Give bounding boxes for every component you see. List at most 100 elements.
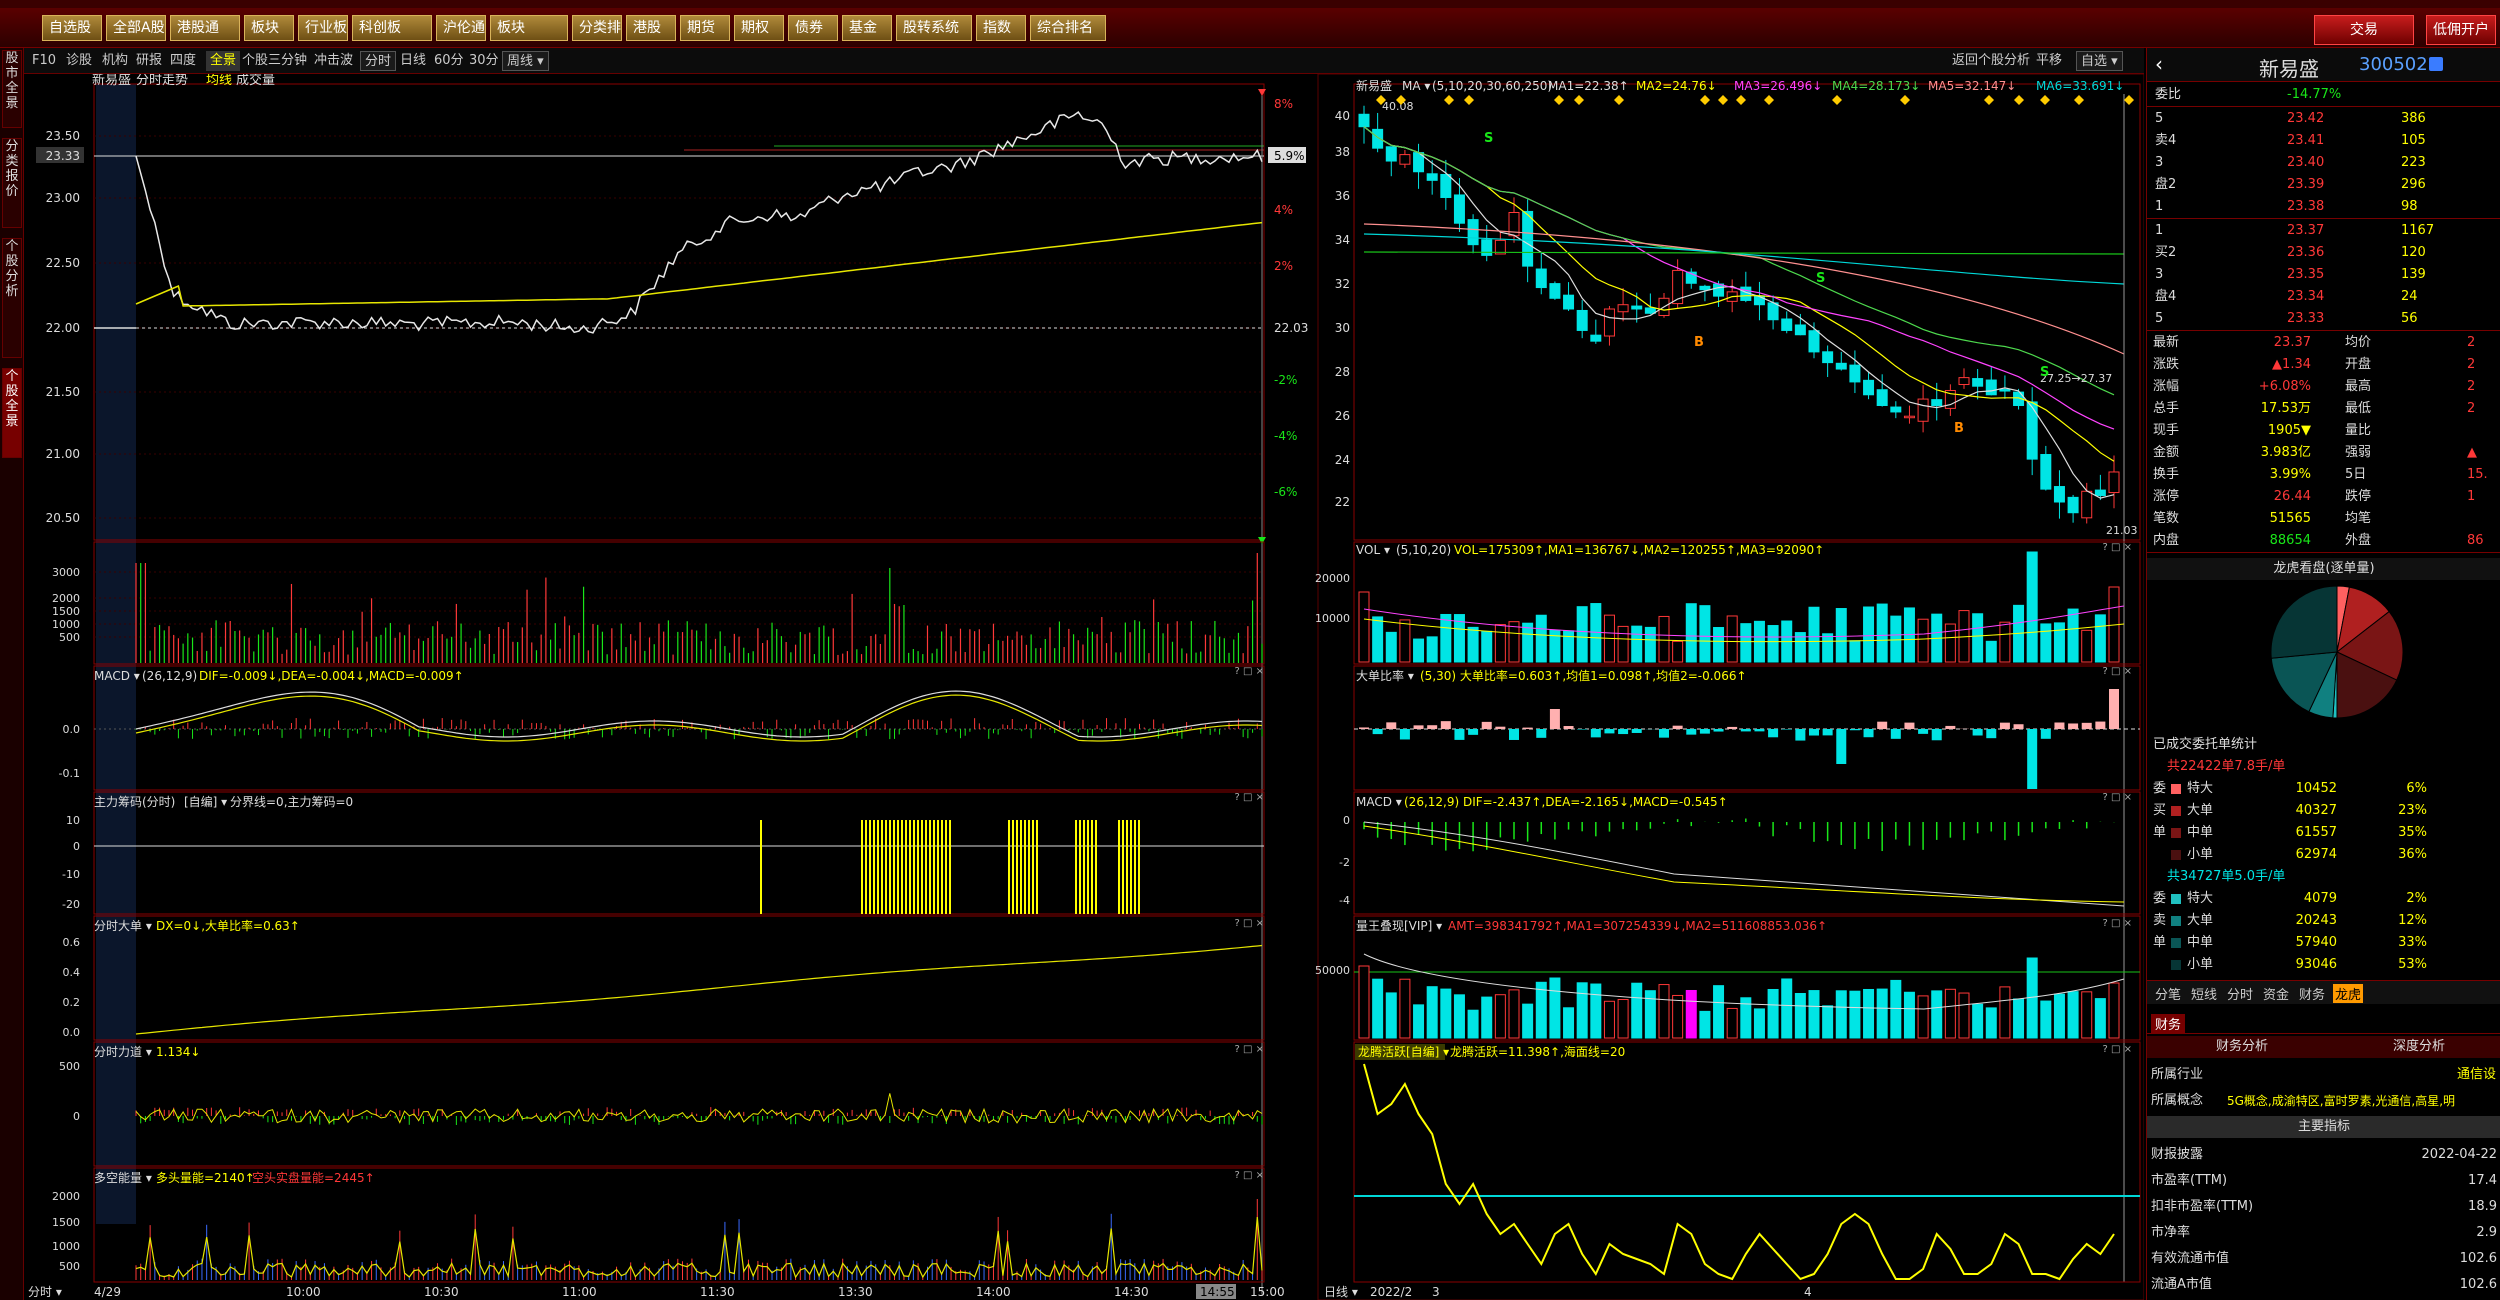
kvol-bar xyxy=(1535,614,1547,663)
toolbar-button-3[interactable]: 板块 xyxy=(244,15,294,41)
fin-tab[interactable]: 财务 xyxy=(2151,1014,2186,1033)
buy-value: 62974 xyxy=(2295,847,2337,862)
kbig-bar xyxy=(2081,722,2092,729)
toolbar-button-12[interactable]: 债券 xyxy=(788,15,838,41)
panel-control-icon[interactable]: ? □ × xyxy=(2103,1044,2133,1055)
fin-value: 2022-04-22 xyxy=(2421,1147,2497,1162)
toolbar-button-16[interactable]: 综合排名 xyxy=(1030,15,1106,41)
panel-control-icon[interactable]: ? □ × xyxy=(1235,792,1265,803)
toolbar-button-10[interactable]: 期货 xyxy=(680,15,730,41)
tab-market-overview[interactable]: 股市全景 xyxy=(2,50,22,128)
candle-body xyxy=(2094,489,2106,497)
pan-button[interactable]: 平移 xyxy=(2036,51,2062,71)
panel-control-icon[interactable]: ? □ × xyxy=(2103,542,2133,553)
period-30min[interactable]: 30分 xyxy=(469,51,499,71)
ask-volume: 223 xyxy=(2401,155,2426,170)
detail-tab[interactable]: 分时 xyxy=(2225,984,2255,1003)
toolbar-button-5[interactable]: 科创板 xyxy=(352,15,432,41)
impact-link[interactable]: 冲击波 xyxy=(314,51,353,71)
detail-tab[interactable]: 资金 xyxy=(2261,984,2291,1003)
toolbar-button-13[interactable]: 基金 xyxy=(842,15,892,41)
buy-row: 买 大单 40327 23% xyxy=(2147,800,2500,822)
force-tick: 500 xyxy=(59,1060,80,1073)
detail-tab[interactable]: 短线 xyxy=(2189,984,2219,1003)
institution-link[interactable]: 机构 xyxy=(102,51,128,71)
toolbar-button-14[interactable]: 股转系统 xyxy=(896,15,972,41)
panel-control-icon[interactable]: ? □ × xyxy=(1235,918,1265,929)
toolbar-button-11[interactable]: 期权 xyxy=(734,15,784,41)
candle-body xyxy=(1903,415,1915,419)
stat-value: 3.99% xyxy=(2269,467,2311,482)
kamt-bar xyxy=(2053,993,2065,1039)
kbig-bar xyxy=(1631,729,1642,733)
toolbar-button-15[interactable]: 指数 xyxy=(976,15,1026,41)
intraday-chart: 新易盛 分时走势 均线 成交量 23.50 23.33 23.00 22.50 22.00 21.… xyxy=(28,74,1308,1299)
pie-slice xyxy=(2270,585,2338,659)
kamt-bar xyxy=(1726,1007,1738,1039)
panel-control-icon[interactable]: ? □ × xyxy=(2103,792,2133,803)
period-weekly[interactable]: 周线 ▾ xyxy=(502,51,549,71)
kvol-bar xyxy=(1617,625,1629,663)
ma-line xyxy=(1363,126,2115,396)
toolbar-button-8[interactable]: 分类排名 xyxy=(572,15,622,41)
period-daily[interactable]: 日线 xyxy=(400,51,426,71)
kbig-bar xyxy=(1536,729,1547,738)
toolbar-button-4[interactable]: 行业板 xyxy=(298,15,348,41)
panel-control-icon[interactable]: ? □ × xyxy=(2103,918,2133,929)
legend-swatch xyxy=(2171,806,2181,816)
stat-value-2: ▲ xyxy=(2467,445,2477,460)
stat-row: 内盘 88654 外盘 86 xyxy=(2147,530,2500,552)
panel-control-icon[interactable]: ? □ × xyxy=(1235,1044,1265,1055)
detail-tab[interactable]: 龙虎 xyxy=(2333,984,2364,1003)
candle-body xyxy=(1958,377,1970,386)
trade-button[interactable]: 交易 xyxy=(2314,15,2414,45)
back-to-analysis-link[interactable]: 返回个股分析 xyxy=(1952,51,2030,71)
event-marker-icon xyxy=(1554,95,1564,105)
toolbar-button-7[interactable]: 板块 xyxy=(490,15,568,41)
toolbar-button-1[interactable]: 全部A股 xyxy=(106,15,166,41)
panel-control-icon[interactable]: ? □ × xyxy=(2103,666,2133,677)
sell-type: 特大 xyxy=(2187,891,2214,906)
sell-pct: 33% xyxy=(2398,935,2427,950)
diagnose-link[interactable]: 诊股 xyxy=(66,51,92,71)
energy-tick: 500 xyxy=(59,1260,80,1273)
kline-period-label[interactable]: 日线 ▾ xyxy=(1324,1285,1358,1299)
kamt-bar xyxy=(1767,988,1779,1039)
four-degree-link[interactable]: 四度 xyxy=(170,51,196,71)
stat-row: 总手 17.53万 最低 2 xyxy=(2147,398,2500,420)
f10-link[interactable]: F10 xyxy=(32,51,56,71)
watchlist-dropdown[interactable]: 自选 ▾ xyxy=(2076,51,2123,71)
macd-params: (26,12,9) xyxy=(142,669,197,683)
time-axis-label[interactable]: 分时 ▾ xyxy=(28,1285,62,1299)
kamt-bar xyxy=(1917,995,1929,1039)
panel-control-icon[interactable]: ? □ × xyxy=(1235,1170,1265,1181)
quote-panel: ‹ 新易盛 300502 委比 -14.77% 5 23.42 386 卖4 23.41 10… xyxy=(2146,48,2500,1300)
chevron-left-icon[interactable]: ‹ xyxy=(2155,52,2163,76)
three-minute-link[interactable]: 个股三分钟 xyxy=(242,51,307,71)
report-link[interactable]: 研报 xyxy=(136,51,162,71)
period-60min[interactable]: 60分 xyxy=(434,51,464,71)
period-intraday[interactable]: 分时 xyxy=(360,51,397,71)
panel-control-icon[interactable]: ? □ × xyxy=(1235,666,1265,677)
trade-stats-title: 已成交委托单统计 xyxy=(2153,737,2258,752)
price-line xyxy=(135,111,1263,334)
detail-tab[interactable]: 财务 xyxy=(2297,984,2327,1003)
tab-category-quotes[interactable]: 分类报价 xyxy=(2,138,22,228)
separator xyxy=(2147,218,2500,219)
kvol-bar xyxy=(1522,622,1534,663)
panorama-link[interactable]: 全景 xyxy=(206,51,241,71)
stat-key-2: 外盘 xyxy=(2345,533,2372,548)
tab-stock-panorama[interactable]: 个股全景 xyxy=(2,368,22,458)
detail-tab[interactable]: 分笔 xyxy=(2153,984,2183,1003)
toolbar-button-0[interactable]: 自选股 xyxy=(42,15,102,41)
sell-side: 单 xyxy=(2153,935,2167,950)
sell-value: 93046 xyxy=(2295,957,2337,972)
sell-row: 单 中单 57940 33% xyxy=(2147,932,2500,954)
toolbar-button-6[interactable]: 沪伦通GDR xyxy=(436,15,486,41)
pct-tick: 4% xyxy=(1274,203,1293,217)
toolbar-button-2[interactable]: 港股通 xyxy=(170,15,240,41)
toolbar-button-9[interactable]: 港股 xyxy=(626,15,676,41)
tab-stock-analysis[interactable]: 个股分析 xyxy=(2,238,22,358)
left-nav: 股市全景 分类报价 个股分析 个股全景 xyxy=(0,48,24,1300)
open-account-button[interactable]: 低佣开户 xyxy=(2426,15,2496,45)
